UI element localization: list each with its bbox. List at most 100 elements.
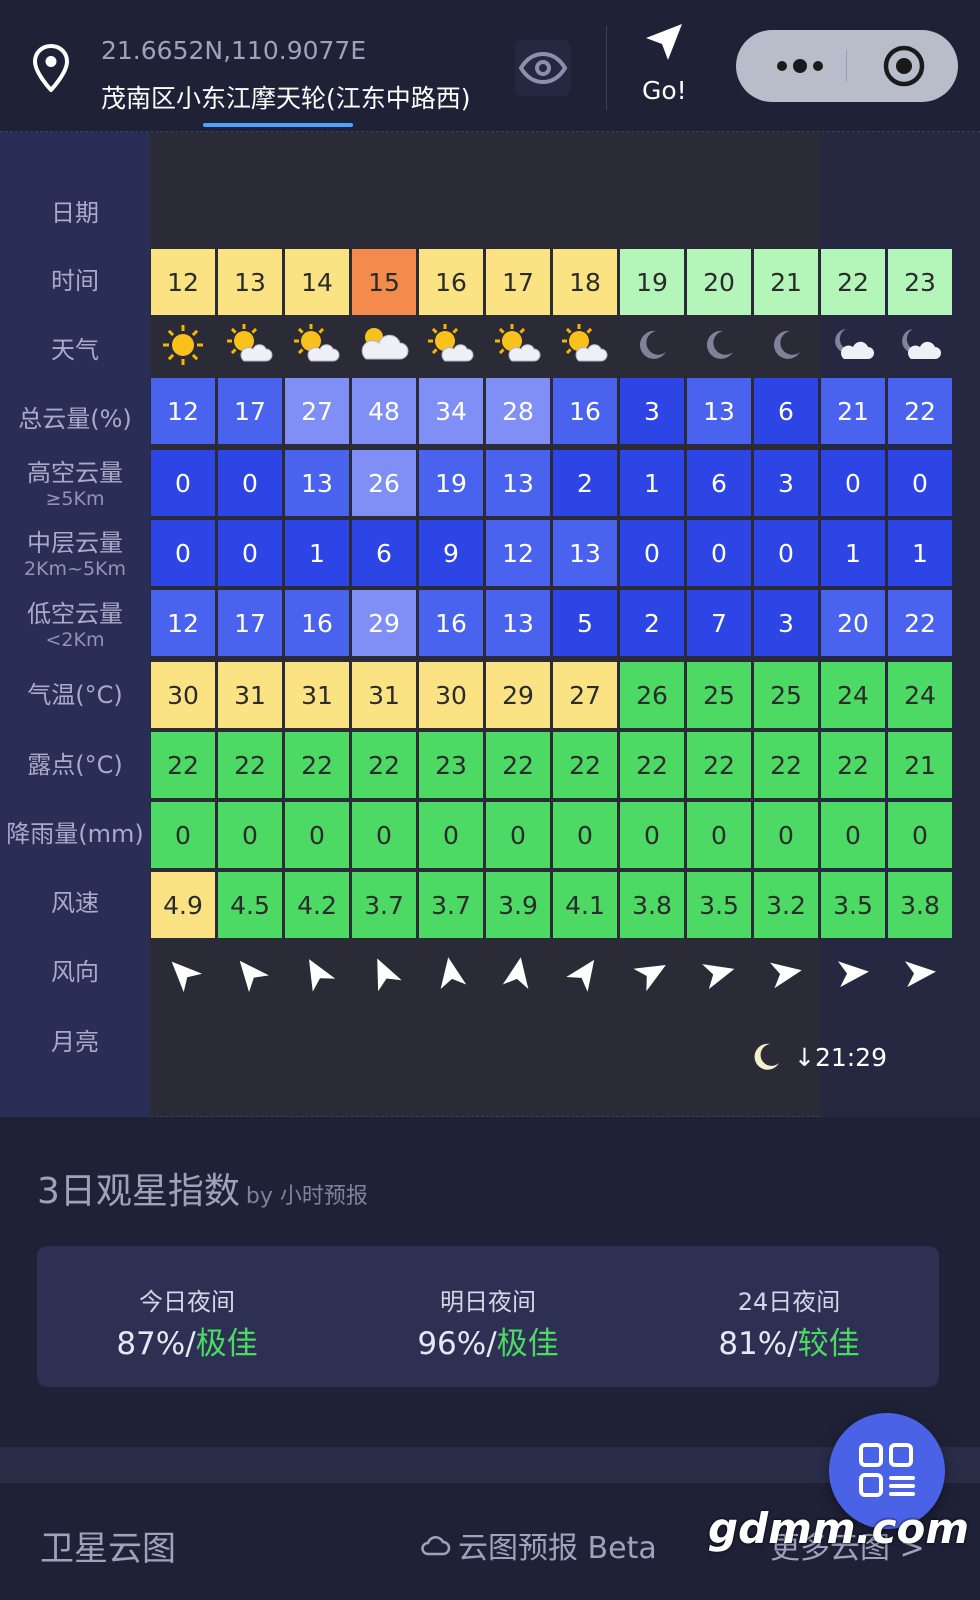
eye-icon[interactable] — [515, 40, 571, 96]
sun-cloud-icon — [427, 323, 475, 367]
mid-cloud-cell: 0 — [687, 520, 751, 586]
location-pin-icon[interactable] — [30, 44, 72, 92]
high-cloud-cell: 0 — [151, 450, 215, 516]
stargazing-day-value: 96%/极佳 — [338, 1318, 638, 1363]
mid-cloud-cell: 1 — [285, 520, 349, 586]
high-cloud-cell: 0 — [218, 450, 282, 516]
temp-cell: 26 — [620, 662, 684, 728]
high-cloud-cell: 1 — [620, 450, 684, 516]
mid-cloud-cell: 0 — [151, 520, 215, 586]
mid-cloud-cell: 6 — [352, 520, 416, 586]
wind-speed-cell: 3.7 — [352, 872, 416, 938]
row-label-wind-speed: 风速 — [51, 889, 99, 917]
stargazing-card[interactable]: 今日夜间 87%/极佳 明日夜间 96%/极佳 24日夜间 81%/较佳 — [37, 1246, 939, 1387]
temp-cell: 30 — [151, 662, 215, 728]
weather-cell — [419, 312, 483, 378]
low-cloud-cell: 20 — [821, 590, 885, 656]
cloud-forecast-link[interactable]: 云图预报 Beta — [458, 1523, 657, 1567]
wind-arrow-icon — [633, 965, 666, 992]
wind-dir-cell — [687, 940, 751, 1006]
stargazing-quality: 较佳 — [797, 1326, 860, 1362]
mid-cloud-cell: 0 — [218, 520, 282, 586]
header-divider — [606, 26, 607, 110]
dew-cell: 22 — [151, 732, 215, 798]
high-cloud-cell: 0 — [888, 450, 952, 516]
low-cloud-cell: 3 — [754, 590, 818, 656]
row-label-mid-cloud-sub: 2Km~5Km — [23, 558, 127, 580]
row-label-low-cloud: 低空云量 <2Km — [0, 599, 150, 651]
moon-set-time: ↓21:29 — [794, 1042, 887, 1072]
hour-cell: 20 — [687, 249, 751, 315]
rain-cell: 0 — [687, 802, 751, 868]
wind-arrow-icon — [377, 958, 402, 992]
temp-cell: 31 — [352, 662, 416, 728]
row-label-dew: 露点(°C) — [27, 751, 123, 779]
low-cloud-cell: 29 — [352, 590, 416, 656]
dew-cell: 22 — [687, 732, 751, 798]
dew-cell: 21 — [888, 732, 952, 798]
low-cloud-cell: 2 — [620, 590, 684, 656]
location-address[interactable]: 茂南区小东江摩天轮(江东中路西) — [101, 79, 471, 115]
high-cloud-cell: 2 — [553, 450, 617, 516]
hour-cell: 21 — [754, 249, 818, 315]
low-cloud-cell: 17 — [218, 590, 282, 656]
wind-arrow-icon — [440, 957, 467, 990]
mid-cloud-cell: 0 — [754, 520, 818, 586]
row-label-date: 日期 — [51, 199, 99, 227]
temp-cell: 30 — [419, 662, 483, 728]
temp-cell: 27 — [553, 662, 617, 728]
hour-cell: 19 — [620, 249, 684, 315]
temp-cell: 24 — [888, 662, 952, 728]
high-cloud-cell: 6 — [687, 450, 751, 516]
wind-arrow-icon — [702, 964, 735, 990]
rain-cell: 0 — [486, 802, 550, 868]
sun-cloud-icon — [226, 323, 274, 367]
moon-cloud-icon — [830, 325, 876, 365]
high-cloud-cell: 26 — [352, 450, 416, 516]
weather-cell — [151, 312, 215, 378]
high-cloud-cell: 0 — [821, 450, 885, 516]
wind-arrow-icon — [502, 957, 529, 990]
coordinates: 21.6652N,110.9077E — [101, 36, 367, 65]
weather-cell — [553, 312, 617, 378]
address-underline — [203, 123, 353, 127]
stargazing-day-value: 81%/较佳 — [639, 1318, 939, 1363]
wind-speed-cell: 4.5 — [218, 872, 282, 938]
watermark: gdmm.com — [708, 1504, 970, 1553]
wind-speed-cell: 4.9 — [151, 872, 215, 938]
stargazing-quality: 极佳 — [195, 1326, 258, 1362]
total-cloud-cell: 34 — [419, 378, 483, 444]
wind-dir-cell — [888, 940, 952, 1006]
mid-cloud-cell: 0 — [620, 520, 684, 586]
moon-icon — [769, 328, 803, 362]
total-cloud-cell: 27 — [285, 378, 349, 444]
stargazing-day-tomorrow[interactable]: 明日夜间 96%/极佳 — [338, 1246, 638, 1387]
row-label-wind-dir: 风向 — [51, 958, 99, 986]
row-label-time: 时间 — [51, 267, 99, 295]
close-target-icon[interactable] — [882, 44, 926, 88]
wind-speed-cell: 4.1 — [553, 872, 617, 938]
hour-cell: 13 — [218, 249, 282, 315]
wind-arrow-icon — [837, 961, 869, 988]
satellite-title: 卫星云图 — [40, 1529, 176, 1569]
total-cloud-cell: 28 — [486, 378, 550, 444]
row-label-total-cloud: 总云量(%) — [18, 405, 132, 433]
top-bar: 21.6652N,110.9077E 茂南区小东江摩天轮(江东中路西) Go! — [0, 0, 980, 132]
wind-dir-cell — [553, 940, 617, 1006]
wind-arrow-icon — [904, 961, 936, 988]
sun-cloud-icon — [561, 323, 609, 367]
sun-cloud-icon — [494, 323, 542, 367]
moon-set-info: ↓21:29 — [750, 1037, 887, 1077]
navigation-arrow-icon[interactable] — [644, 22, 684, 62]
stargazing-section: 3日观星指数 by 小时预报 今日夜间 87%/极佳 明日夜间 96%/极佳 24… — [0, 1117, 980, 1447]
go-button[interactable]: Go! — [642, 76, 687, 105]
dew-cell: 22 — [352, 732, 416, 798]
wind-dir-cell — [486, 940, 550, 1006]
grid-menu-icon — [859, 1443, 915, 1497]
wind-speed-cell: 3.5 — [687, 872, 751, 938]
more-icon[interactable] — [770, 30, 830, 102]
weather-cell — [285, 312, 349, 378]
stargazing-day-today[interactable]: 今日夜间 87%/极佳 — [37, 1246, 337, 1387]
stargazing-day-24th[interactable]: 24日夜间 81%/较佳 — [639, 1246, 939, 1387]
mid-cloud-cell: 1 — [888, 520, 952, 586]
